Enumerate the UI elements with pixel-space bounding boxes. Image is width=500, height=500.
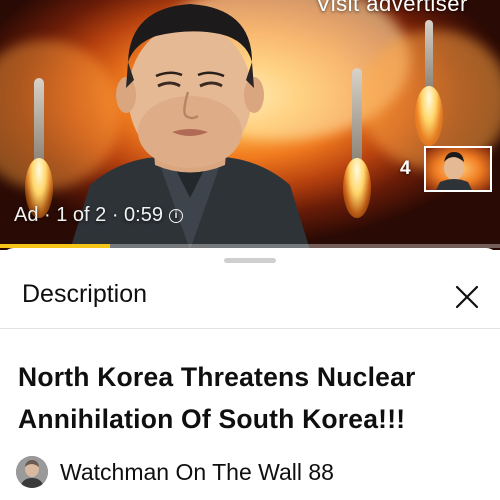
sheet-title: Description: [22, 280, 148, 308]
avatar[interactable]: [16, 456, 48, 488]
missile-right: [415, 20, 443, 146]
description-sheet: Description North Korea Threatens Nuclea…: [0, 248, 500, 500]
missile-left: [25, 78, 53, 218]
missile-center: [343, 68, 371, 218]
avatar-image: [16, 456, 48, 488]
up-next-count: 4: [400, 158, 411, 179]
up-next-thumbnail[interactable]: [424, 146, 492, 192]
channel-row[interactable]: Watchman On The Wall 88: [16, 456, 334, 488]
video-title: North Korea Threatens Nuclear Annihilati…: [18, 362, 416, 434]
video-player[interactable]: Visit advertiser Ad · 1 of 2 · 0:59 i 4: [0, 0, 500, 250]
divider: [0, 328, 500, 329]
info-icon[interactable]: i: [168, 208, 183, 223]
close-button[interactable]: [450, 280, 484, 314]
ad-info: Ad · 1 of 2 · 0:59 i: [14, 204, 183, 227]
thumbnail-figure: [436, 152, 472, 190]
close-icon: [455, 285, 479, 309]
drag-handle[interactable]: [224, 258, 276, 263]
ad-label: Ad · 1 of 2 · 0:59: [14, 204, 163, 226]
visit-advertiser-link[interactable]: Visit advertiser: [316, 0, 468, 17]
channel-name[interactable]: Watchman On The Wall 88: [60, 459, 334, 486]
